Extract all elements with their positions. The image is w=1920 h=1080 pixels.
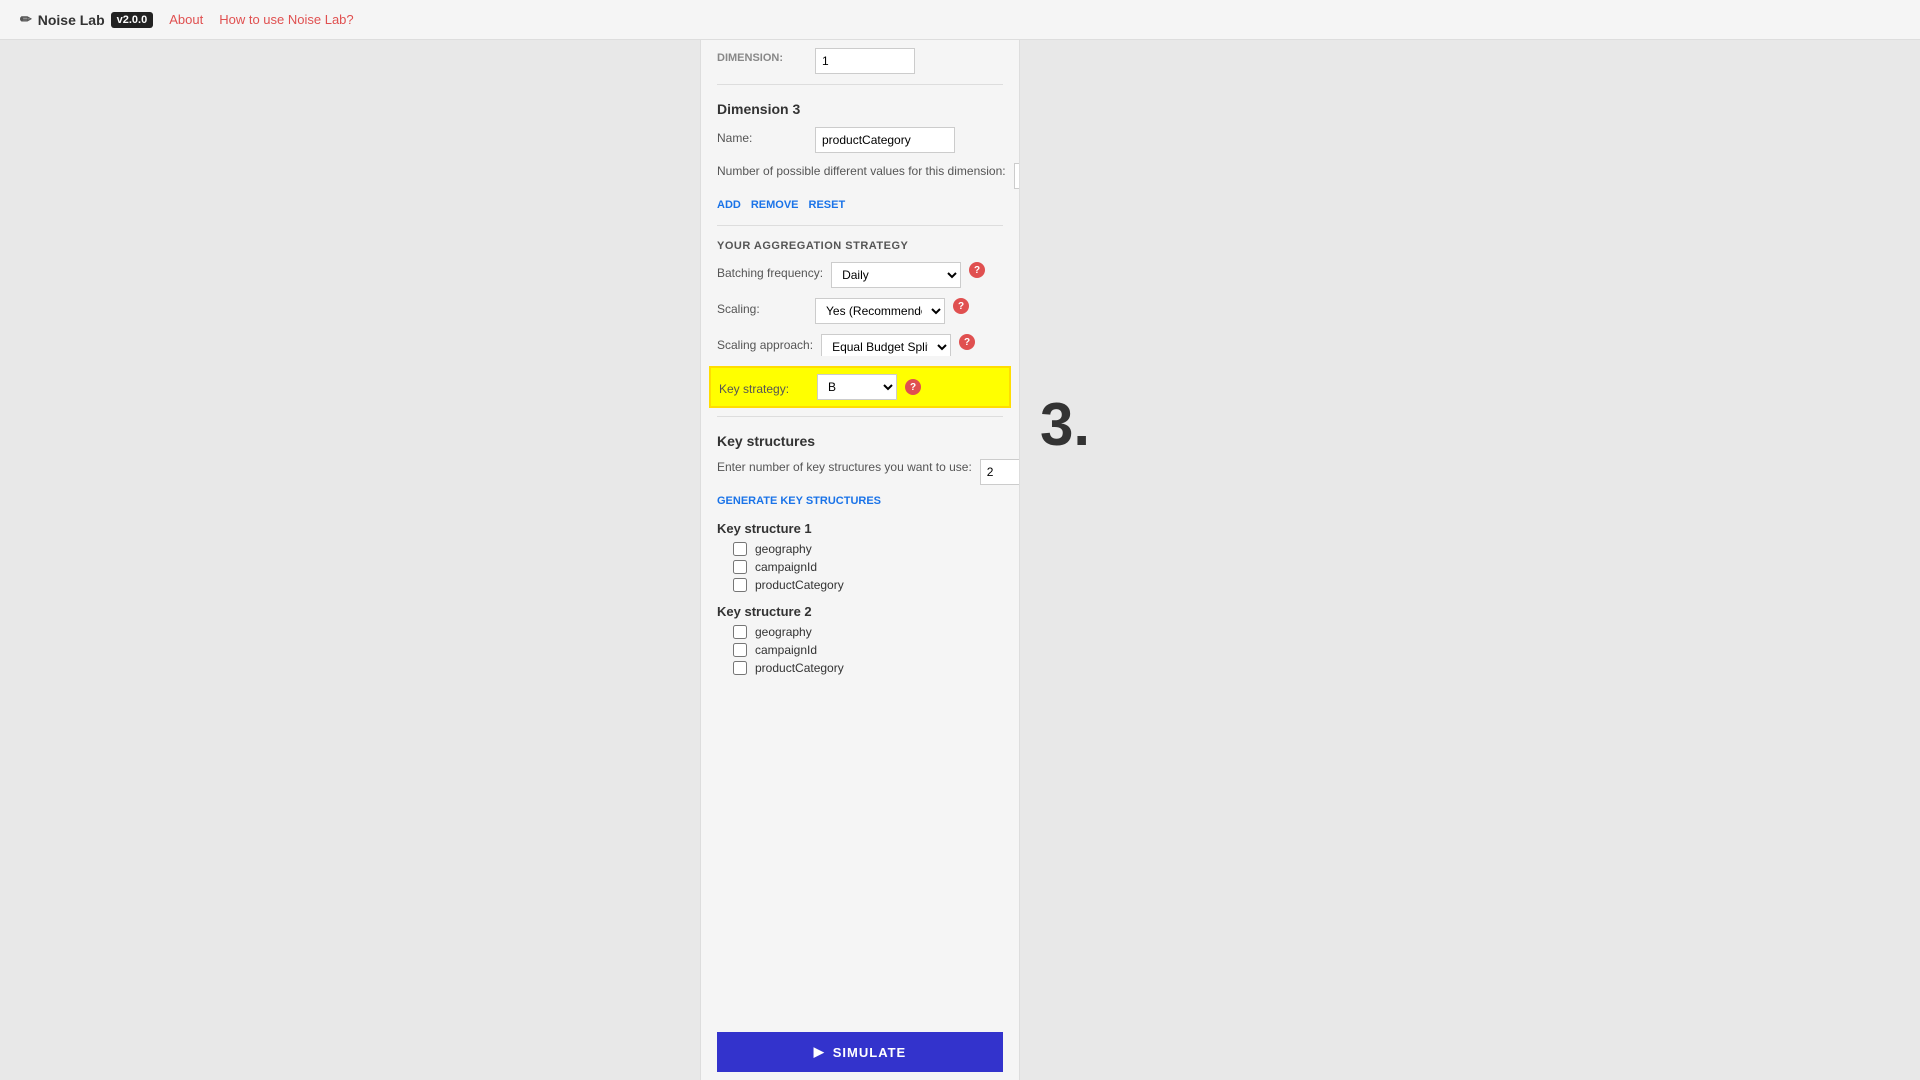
ks1-campaignid-row: campaignId <box>717 560 1003 574</box>
generate-key-structures-link[interactable]: GENERATE KEY STRUCTURES <box>717 495 1003 507</box>
ks2-campaignid-label: campaignId <box>755 643 817 657</box>
key-strategy-label: Key strategy: <box>719 378 809 396</box>
key-structures-count-row: Enter number of key structures you want … <box>717 459 1003 485</box>
top-dim-label: Dimension: <box>717 48 807 64</box>
simulate-button[interactable]: ▶ SIMULATE <box>717 1032 1003 1072</box>
scaling-approach-select[interactable]: Equal Budget Split <box>821 334 951 356</box>
divider-1 <box>717 84 1003 85</box>
scaling-label: Scaling: <box>717 298 807 316</box>
dim3-count-label: Number of possible different values for … <box>717 163 1006 180</box>
scaling-row: Scaling: Yes (Recommended) No ? <box>717 298 1003 324</box>
pencil-icon: ✏ <box>20 11 32 28</box>
batching-label: Batching frequency: <box>717 262 823 280</box>
ks2-productcategory-label: productCategory <box>755 661 844 675</box>
ks1-geography-row: geography <box>717 542 1003 556</box>
ks1-campaignid-checkbox[interactable] <box>733 560 747 574</box>
how-to-link[interactable]: How to use Noise Lab? <box>219 12 353 27</box>
scaling-approach-help-icon[interactable]: ? <box>959 334 975 350</box>
top-dim-input[interactable] <box>815 48 915 74</box>
simulate-play-icon: ▶ <box>814 1044 825 1060</box>
navbar: ✏ Noise Lab v2.0.0 About How to use Nois… <box>0 0 1920 40</box>
ks2-campaignid-row: campaignId <box>717 643 1003 657</box>
dim3-name-label: Name: <box>717 127 807 145</box>
ks1-geography-label: geography <box>755 542 812 556</box>
dim3-actions: ADD REMOVE RESET <box>717 199 1003 211</box>
key-strategy-select[interactable]: A B C <box>817 374 897 400</box>
add-link[interactable]: ADD <box>717 199 741 211</box>
simulate-label: SIMULATE <box>833 1045 906 1060</box>
version-badge: v2.0.0 <box>111 12 154 28</box>
brand-name: Noise Lab <box>38 12 105 28</box>
brand-logo: ✏ Noise Lab v2.0.0 <box>20 11 153 28</box>
key-structures-title: Key structures <box>717 433 1003 449</box>
key-structures-count-input[interactable] <box>980 459 1020 485</box>
ks1-productcategory-label: productCategory <box>755 578 844 592</box>
reset-link[interactable]: RESET <box>809 199 846 211</box>
panel-content: Dimension: Dimension 3 Name: Number of p… <box>701 40 1019 797</box>
ks2-geography-row: geography <box>717 625 1003 639</box>
dimension3-title: Dimension 3 <box>717 101 1003 117</box>
top-dim-row: Dimension: <box>717 48 1003 74</box>
key-strategy-help-icon[interactable]: ? <box>905 379 921 395</box>
divider-2 <box>717 225 1003 226</box>
dim3-count-row: Number of possible different values for … <box>717 163 1003 189</box>
scaling-approach-label: Scaling approach: <box>717 334 813 352</box>
ks1-geography-checkbox[interactable] <box>733 542 747 556</box>
scaling-approach-row: Scaling approach: Equal Budget Split ? <box>717 334 1003 356</box>
aggregation-header: YOUR AGGREGATION STRATEGY <box>717 240 1003 252</box>
ks2-productcategory-row: productCategory <box>717 661 1003 675</box>
batching-select[interactable]: Daily Weekly Monthly <box>831 262 961 288</box>
divider-3 <box>717 416 1003 417</box>
scaling-help-icon[interactable]: ? <box>953 298 969 314</box>
scaling-select[interactable]: Yes (Recommended) No <box>815 298 945 324</box>
ks2-geography-label: geography <box>755 625 812 639</box>
ks1-productcategory-checkbox[interactable] <box>733 578 747 592</box>
key-structure-1-title: Key structure 1 <box>717 521 1003 536</box>
main-container: Dimension: Dimension 3 Name: Number of p… <box>0 40 1920 1080</box>
remove-link[interactable]: REMOVE <box>751 199 799 211</box>
batching-help-icon[interactable]: ? <box>969 262 985 278</box>
dim3-name-row: Name: <box>717 127 1003 153</box>
dim3-count-input[interactable] <box>1014 163 1020 189</box>
ks2-productcategory-checkbox[interactable] <box>733 661 747 675</box>
key-structures-section: Key structures Enter number of key struc… <box>717 433 1003 675</box>
key-structures-desc: Enter number of key structures you want … <box>717 459 972 476</box>
top-partial: Dimension: <box>717 40 1003 74</box>
key-structure-2-title: Key structure 2 <box>717 604 1003 619</box>
center-panel: Dimension: Dimension 3 Name: Number of p… <box>700 40 1020 1080</box>
ks2-campaignid-checkbox[interactable] <box>733 643 747 657</box>
about-link[interactable]: About <box>169 12 203 27</box>
ks1-campaignid-label: campaignId <box>755 560 817 574</box>
simulate-bar: ▶ SIMULATE <box>701 1024 1019 1080</box>
key-structure-1-group: Key structure 1 geography campaignId pro… <box>717 521 1003 592</box>
step-annotation: 3. <box>1040 390 1090 459</box>
bottom-spacer <box>717 687 1003 757</box>
ks2-geography-checkbox[interactable] <box>733 625 747 639</box>
key-strategy-highlighted-row: Key strategy: A B C ? <box>709 366 1011 408</box>
dim3-name-input[interactable] <box>815 127 955 153</box>
batching-row: Batching frequency: Daily Weekly Monthly… <box>717 262 1003 288</box>
ks1-productcategory-row: productCategory <box>717 578 1003 592</box>
key-structure-2-group: Key structure 2 geography campaignId pro… <box>717 604 1003 675</box>
